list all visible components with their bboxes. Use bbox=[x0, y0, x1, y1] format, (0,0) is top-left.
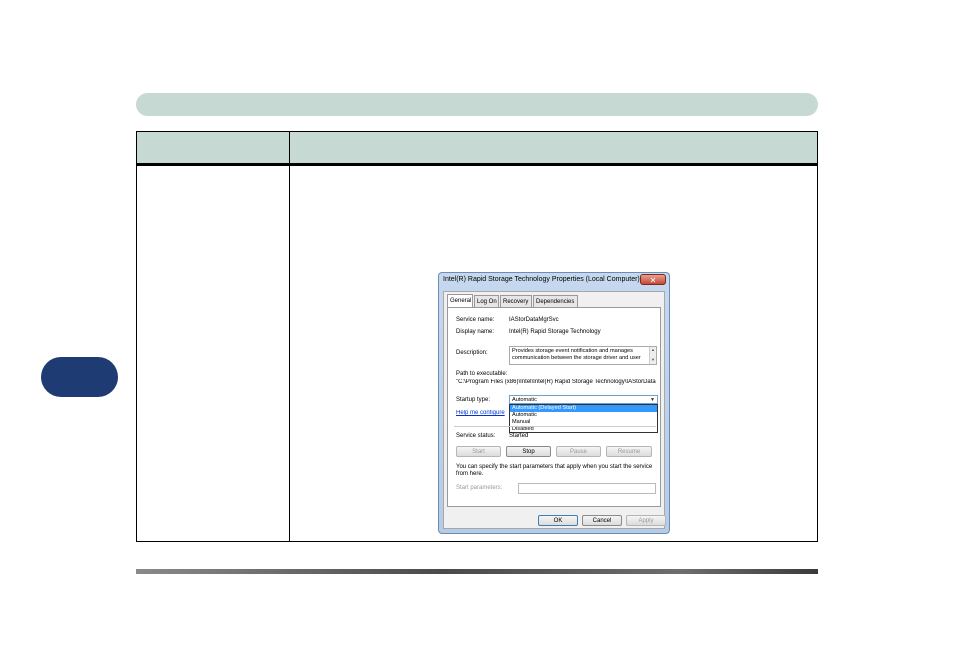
startup-type-value: Automatic bbox=[512, 397, 537, 403]
cancel-button[interactable]: Cancel bbox=[582, 515, 622, 526]
option-automatic-delayed[interactable]: Automatic (Delayed Start) bbox=[510, 405, 657, 412]
dialog-body: General Log On Recovery Dependencies Ser… bbox=[443, 291, 666, 529]
description-line-1: Provides storage event notification and … bbox=[512, 348, 633, 354]
service-name-label: Service name: bbox=[456, 317, 495, 323]
help-configure-link[interactable]: Help me configure bbox=[456, 410, 508, 416]
dialog-title: Intel(R) Rapid Storage Technology Proper… bbox=[443, 276, 640, 283]
startup-type-dropdown: Automatic (Delayed Start) Automatic Manu… bbox=[509, 404, 658, 433]
service-status-value: Started bbox=[509, 433, 529, 439]
description-box: Provides storage event notification and … bbox=[509, 346, 657, 365]
stop-button[interactable]: Stop bbox=[506, 446, 551, 457]
chapter-header-band bbox=[136, 93, 818, 116]
pause-button[interactable]: Pause bbox=[556, 446, 601, 457]
service-status-label: Service status: bbox=[456, 433, 496, 439]
service-properties-dialog: Intel(R) Rapid Storage Technology Proper… bbox=[438, 272, 670, 534]
display-name-value: Intel(R) Rapid Storage Technology bbox=[509, 329, 601, 335]
start-button[interactable]: Start bbox=[456, 446, 501, 457]
start-params-note-line-2: from here. bbox=[456, 471, 484, 477]
general-tab-panel: Service name: IAStorDataMgrSvc Display n… bbox=[447, 307, 661, 507]
path-label: Path to executable: bbox=[456, 371, 508, 377]
description-label: Description: bbox=[456, 350, 488, 356]
resume-button[interactable]: Resume bbox=[606, 446, 652, 457]
option-automatic[interactable]: Automatic bbox=[510, 412, 657, 419]
separator bbox=[454, 426, 656, 427]
description-line-2: communication between the storage driver… bbox=[512, 355, 641, 361]
ok-button[interactable]: OK bbox=[538, 515, 578, 526]
description-scrollbar[interactable]: ▲ ▼ bbox=[649, 347, 656, 364]
chevron-down-icon: ▼ bbox=[650, 397, 655, 403]
option-manual[interactable]: Manual bbox=[510, 419, 657, 426]
apply-button[interactable]: Apply bbox=[626, 515, 666, 526]
path-value: "C:\Program Files (x86)\Intel\Intel(R) R… bbox=[456, 379, 656, 385]
tab-dependencies[interactable]: Dependencies bbox=[533, 295, 578, 307]
footer-rule bbox=[136, 569, 818, 574]
close-icon[interactable]: ✕ bbox=[640, 274, 666, 285]
tab-recovery[interactable]: Recovery bbox=[500, 295, 532, 307]
start-params-label: Start parameters: bbox=[456, 485, 503, 491]
startup-type-select[interactable]: Automatic ▼ bbox=[509, 395, 658, 404]
option-disabled[interactable]: Disabled bbox=[510, 426, 657, 433]
tab-general[interactable]: General bbox=[447, 294, 473, 307]
start-params-input[interactable] bbox=[518, 483, 656, 494]
chapter-side-tab bbox=[41, 357, 118, 397]
startup-type-label: Startup type: bbox=[456, 397, 491, 403]
service-name-value: IAStorDataMgrSvc bbox=[509, 317, 559, 323]
table-header-row bbox=[137, 132, 817, 166]
start-params-note-line-1: You can specify the start parameters tha… bbox=[456, 464, 653, 470]
tab-log-on[interactable]: Log On bbox=[474, 295, 499, 307]
column-divider bbox=[289, 132, 290, 541]
display-name-label: Display name: bbox=[456, 329, 495, 335]
